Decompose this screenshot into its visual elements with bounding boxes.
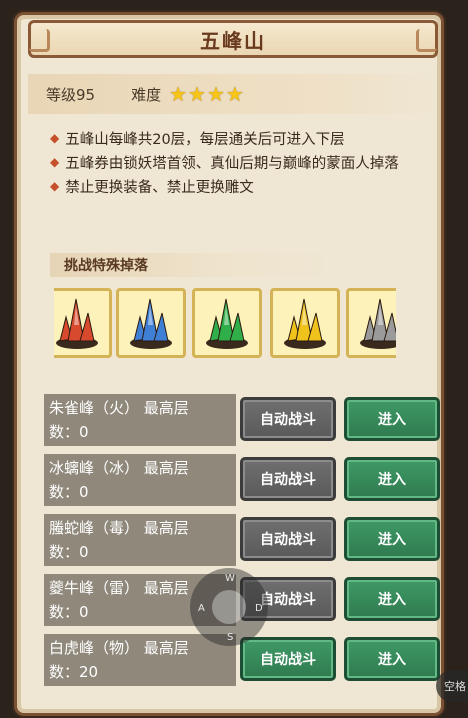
drop-item[interactable] (116, 288, 186, 358)
drop-item[interactable] (270, 288, 340, 358)
auto-battle-label: 自动战斗 (260, 472, 316, 488)
space-key-button[interactable]: 空格 (436, 670, 468, 702)
page-title: 五峰山 (200, 28, 266, 53)
enter-button[interactable]: 进入 (344, 517, 440, 561)
peak-info: 冰螭峰（冰） 最高层 数：0 (44, 454, 236, 506)
info-panel: 等级95 难度 ★ ★ ★ ★ ◆ 五峰山每峰共20层，每层通关后可进入下层 ◆ 五峰券由… (28, 74, 438, 234)
enter-label: 进入 (378, 412, 406, 428)
special-drop-title: 挑战特殊掉落 (50, 253, 330, 277)
peak-floor-count: 数：0 (49, 483, 89, 501)
star-icon: ★ (225, 82, 244, 106)
difficulty-stars: ★ ★ ★ ★ (169, 84, 245, 104)
yellow-crystal-icon (284, 298, 326, 349)
rules-list: ◆ 五峰山每峰共20层，每层通关后可进入下层 ◆ 五峰券由锁妖塔首领、真仙后期与巅峰… (50, 126, 440, 198)
drop-item[interactable] (54, 288, 112, 358)
key-a-label: A (198, 603, 205, 614)
peak-floor-count: 数：0 (49, 423, 89, 441)
diamond-bullet-icon: ◆ (50, 155, 60, 169)
enter-button[interactable]: 进入 (344, 637, 440, 681)
star-icon: ★ (169, 82, 188, 106)
peak-floor-count: 数：20 (49, 663, 99, 681)
rule-item: ◆ 禁止更换装备、禁止更换雕文 (50, 174, 440, 198)
special-drop-label: 挑战特殊掉落 (64, 258, 148, 274)
peak-name: 冰螭峰（冰） 最高层 (49, 459, 189, 477)
peak-row: 冰螭峰（冰） 最高层 数：0 自动战斗 进入 (44, 454, 440, 506)
star-icon: ★ (206, 82, 225, 106)
enter-button[interactable]: 进入 (344, 457, 440, 501)
auto-battle-button[interactable]: 自动战斗 (240, 637, 336, 681)
star-icon: ★ (188, 82, 206, 106)
peak-info: 朱雀峰（火） 最高层 数：0 (44, 394, 236, 446)
diamond-bullet-icon: ◆ (50, 179, 60, 193)
dialog-title: 五峰山 (28, 20, 438, 58)
red-crystal-icon (56, 298, 98, 349)
rule-item: ◆ 五峰山每峰共20层，每层通关后可进入下层 (50, 126, 440, 150)
rule-text: 五峰山每峰共20层，每层通关后可进入下层 (65, 131, 345, 148)
auto-battle-label: 自动战斗 (260, 652, 316, 668)
auto-battle-button[interactable]: 自动战斗 (240, 457, 336, 501)
peak-floor-count: 数：0 (49, 543, 89, 561)
key-s-label: S (227, 632, 234, 643)
level-text: 等级95 (46, 85, 96, 104)
blue-crystal-icon (130, 298, 172, 349)
diamond-bullet-icon: ◆ (50, 131, 60, 145)
enter-label: 进入 (378, 472, 406, 488)
peak-info: 白虎峰（物） 最高层 数：20 (44, 634, 236, 686)
drop-item[interactable] (192, 288, 262, 358)
enter-button[interactable]: 进入 (344, 397, 440, 441)
grey-crystal-icon (360, 298, 396, 349)
green-crystal-icon (206, 298, 248, 349)
auto-battle-button[interactable]: 自动战斗 (240, 397, 336, 441)
peak-name: 螣蛇峰（毒） 最高层 (49, 519, 189, 537)
auto-battle-label: 自动战斗 (260, 412, 316, 428)
rule-text: 五峰券由锁妖塔首领、真仙后期与巅峰的蒙面人掉落 (65, 155, 399, 172)
key-w-label: W (225, 573, 235, 584)
rule-text: 禁止更换装备、禁止更换雕文 (65, 179, 254, 196)
auto-battle-label: 自动战斗 (260, 592, 316, 608)
difficulty-label: 难度 (131, 85, 162, 104)
peak-info: 螣蛇峰（毒） 最高层 数：0 (44, 514, 236, 566)
info-header: 等级95 难度 ★ ★ ★ ★ (28, 74, 438, 114)
enter-label: 进入 (378, 532, 406, 548)
drop-item[interactable] (346, 288, 396, 358)
auto-battle-button[interactable]: 自动战斗 (240, 517, 336, 561)
peak-row: 螣蛇峰（毒） 最高层 数：0 自动战斗 进入 (44, 514, 440, 566)
auto-battle-label: 自动战斗 (260, 532, 316, 548)
key-d-label: D (255, 603, 263, 614)
rule-item: ◆ 五峰券由锁妖塔首领、真仙后期与巅峰的蒙面人掉落 (50, 150, 440, 174)
peak-name: 朱雀峰（火） 最高层 (49, 399, 189, 417)
space-key-label: 空格 (444, 680, 466, 693)
peak-row: 朱雀峰（火） 最高层 数：0 自动战斗 进入 (44, 394, 440, 446)
drop-list[interactable] (54, 288, 396, 358)
enter-button[interactable]: 进入 (344, 577, 440, 621)
enter-label: 进入 (378, 652, 406, 668)
enter-label: 进入 (378, 592, 406, 608)
